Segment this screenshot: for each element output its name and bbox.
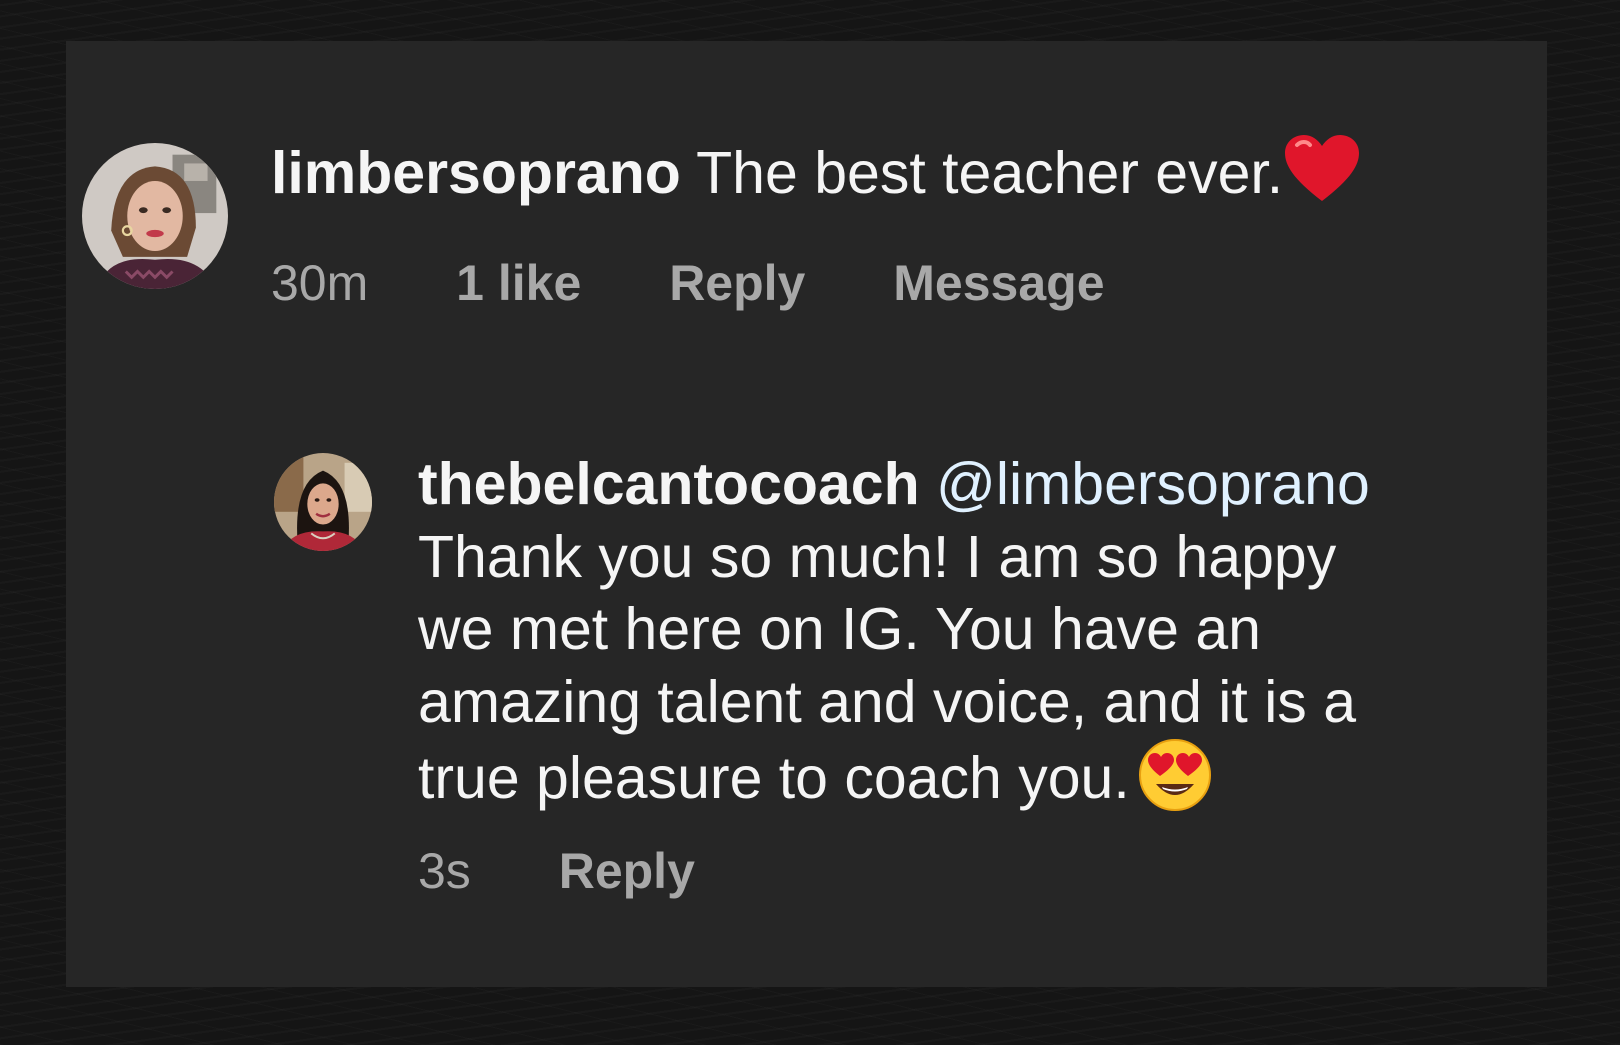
profile-photo-icon — [82, 143, 228, 289]
reply-mention-link[interactable]: @limbersoprano — [936, 451, 1370, 517]
red-heart-icon — [1283, 133, 1361, 205]
reply-body-line: amazing talent and voice, and it is a — [418, 668, 1357, 735]
reply-body-last-line: true pleasure to coach you. — [418, 738, 1508, 815]
comment-likes-link[interactable]: 1 like — [456, 253, 581, 313]
comment-timestamp: 30m — [271, 255, 369, 311]
reply-meta-row: 3s Reply — [418, 841, 769, 901]
reply-body-line: Thank you so much! I am so happy — [418, 523, 1337, 590]
reply-text-block: thebelcantocoach @limbersoprano Thank yo… — [418, 448, 1508, 815]
reply-reply-button[interactable]: Reply — [559, 841, 695, 901]
profile-photo-icon — [274, 453, 372, 551]
comment-thread-card: limbersoprano The best teacher ever. 30m… — [66, 41, 1547, 987]
comment-meta-row: 30m 1 like Reply Message — [271, 253, 1179, 313]
comment-reply-button[interactable]: Reply — [669, 253, 805, 313]
comment-text-line: limbersoprano The best teacher ever. — [271, 133, 1361, 213]
reply-body-line: we met here on IG. You have an — [418, 596, 1261, 662]
reply-body-line: true pleasure to coach you. — [418, 745, 1130, 811]
reply-first-line: thebelcantocoach @limbersoprano — [418, 448, 1508, 521]
comment-body: The best teacher ever. — [696, 140, 1284, 206]
reply-timestamp: 3s — [418, 843, 471, 899]
comment-message-button[interactable]: Message — [893, 253, 1104, 313]
comment-username[interactable]: limbersoprano — [271, 140, 681, 206]
heart-eyes-face-icon — [1138, 738, 1212, 812]
limbersoprano-avatar[interactable] — [82, 143, 228, 289]
reply-username[interactable]: thebelcantocoach — [418, 451, 920, 517]
thebelcantocoach-avatar[interactable] — [274, 453, 372, 551]
